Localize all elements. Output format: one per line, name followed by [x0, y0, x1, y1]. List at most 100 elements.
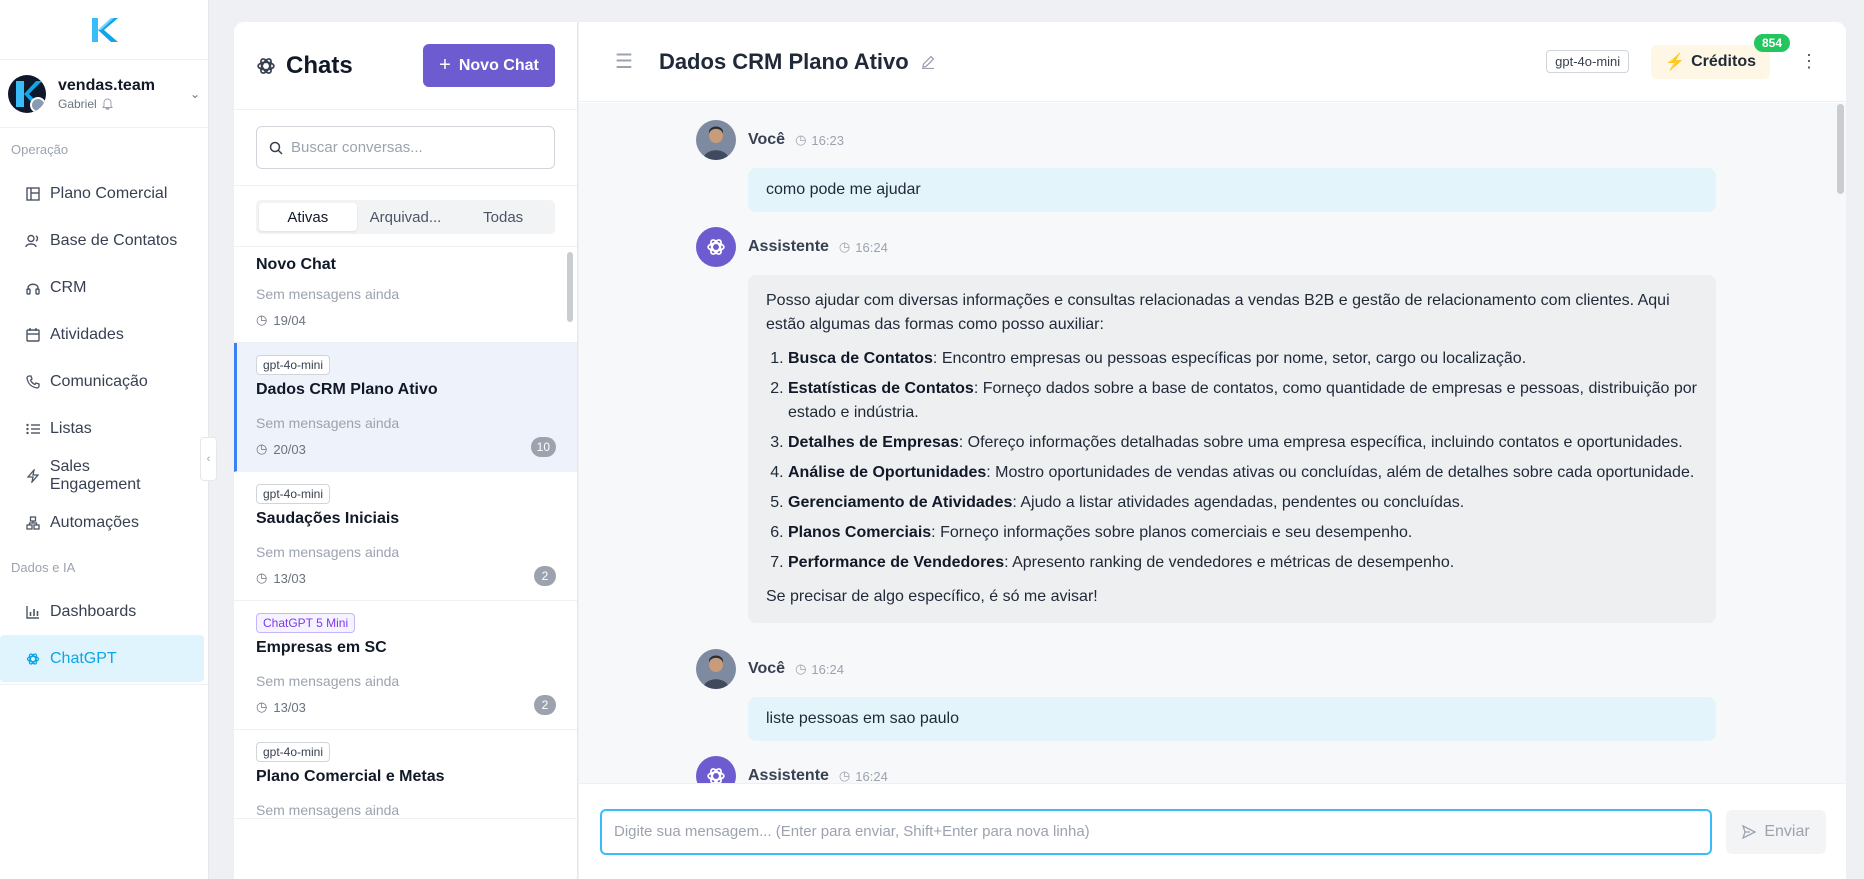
tab-arquivadas[interactable]: Arquivad...: [357, 203, 455, 231]
message-bubble: liste pessoas em sao paulo: [748, 697, 1716, 741]
account-switcher[interactable]: vendas.team Gabriel ⌄: [0, 60, 208, 128]
capability-list: Busca de Contatos: Encontro empresas ou …: [788, 347, 1698, 575]
credits-button[interactable]: ⚡ Créditos 854: [1651, 33, 1790, 79]
clock-icon: ◷: [256, 441, 268, 456]
sidebar-item-base-de-contatos[interactable]: Base de Contatos: [0, 217, 208, 264]
app-logo[interactable]: [0, 0, 208, 60]
pencil-icon[interactable]: [921, 55, 935, 69]
message-bubble: Posso ajudar com diversas informações e …: [748, 275, 1716, 623]
list-item: Detalhes de Empresas: Ofereço informaçõe…: [788, 431, 1698, 455]
conversation-item-active[interactable]: gpt-4o-mini Dados CRM Plano Ativo Sem me…: [234, 343, 577, 472]
message-time: 16:24: [855, 239, 888, 255]
sidebar-item-chatgpt[interactable]: ChatGPT: [0, 635, 204, 682]
sidebar-item-label: Plano Comercial: [50, 184, 168, 202]
message-composer: Enviar: [579, 783, 1846, 879]
clock-icon: ◷: [838, 239, 851, 254]
sidebar-item-label: Dashboards: [50, 602, 137, 620]
sidebar-item-plano-comercial[interactable]: Plano Comercial: [0, 170, 208, 217]
clock-icon: ◷: [795, 661, 807, 676]
account-user: Gabriel: [58, 96, 97, 111]
clock-icon: ◷: [838, 768, 851, 783]
conversation-title: Novo Chat: [256, 256, 336, 273]
conversation-preview: Sem mensagens ainda: [256, 415, 400, 431]
message-time: 16:23: [811, 132, 844, 148]
tab-todas[interactable]: Todas: [454, 203, 552, 231]
user-avatar: [696, 120, 736, 160]
calendar-icon: [24, 327, 42, 342]
model-badge: gpt-4o-mini: [256, 484, 331, 504]
send-icon: [1742, 824, 1757, 839]
sidebar-item-label: Listas: [50, 419, 92, 437]
headset-icon: [24, 281, 42, 295]
chevron-left-icon: ‹: [206, 453, 211, 465]
contacts-icon: [24, 234, 42, 248]
message-bubble: como pode me ajudar: [748, 168, 1716, 212]
list-scrollbar[interactable]: [567, 252, 573, 322]
sidebar-item-label: Sales Engagement: [49, 457, 141, 493]
conversation-item[interactable]: gpt-4o-mini Saudações Iniciais Sem mensa…: [234, 472, 577, 601]
message-assistant: Assistente ◷ 16:24: [696, 756, 1716, 783]
message-count-badge: 10: [530, 437, 556, 457]
conversation-date: 20/03: [273, 441, 306, 457]
model-badge[interactable]: gpt-4o-mini: [1546, 50, 1630, 73]
bolt-icon: [24, 468, 42, 483]
message-author: Assistente: [748, 238, 829, 255]
conversation-preview: Sem mensagens ainda: [256, 286, 400, 302]
list-item: Análise de Oportunidades: Mostro oportun…: [788, 461, 1698, 485]
message-intro: Posso ajudar com diversas informações e …: [766, 292, 1670, 333]
model-badge: gpt-4o-mini: [256, 355, 331, 375]
chat-scrollbar[interactable]: [1837, 104, 1844, 194]
sidebar-item-label: Automações: [50, 513, 139, 531]
message-thread: Você ◷ 16:23 como pode me ajudar Assisten…: [579, 103, 1846, 783]
openai-icon: [707, 239, 725, 255]
sidebar-item-label: Base de Contatos: [50, 231, 178, 249]
sidebar-item-crm[interactable]: CRM: [0, 264, 208, 311]
conversation-list: Novo Chat Sem mensagens ainda ◷ 19/04 gpt…: [234, 248, 577, 879]
sidebar-item-atividades[interactable]: Atividades: [0, 311, 208, 358]
sidebar-collapse-button[interactable]: ‹: [200, 437, 217, 481]
chevron-down-icon[interactable]: ⌄: [190, 87, 200, 101]
chat-filter-tabs: Ativas Arquivad... Todas: [256, 200, 555, 234]
chat-panel: ☰ Dados CRM Plano Ativo gpt-4o-mini ⚡ Cr…: [579, 22, 1846, 879]
new-chat-button[interactable]: + Novo Chat: [423, 44, 555, 87]
conversation-preview: Sem mensagens ainda: [256, 802, 400, 818]
assistant-avatar: [696, 227, 736, 267]
message-user: Você ◷ 16:23 como pode me ajudar: [696, 120, 1716, 212]
sidebar-item-listas[interactable]: Listas: [0, 405, 208, 452]
account-name: vendas.team: [58, 76, 155, 94]
send-label: Enviar: [1764, 822, 1810, 840]
more-options-icon[interactable]: ⋮: [1800, 51, 1818, 72]
assistant-avatar: [696, 756, 736, 783]
menu-icon[interactable]: ☰: [615, 49, 633, 74]
send-button[interactable]: Enviar: [1726, 809, 1826, 854]
sidebar-item-sales-engagement[interactable]: Sales Engagement: [0, 452, 208, 499]
user-mini-avatar: [30, 96, 46, 113]
list-item: Busca de Contatos: Encontro empresas ou …: [788, 347, 1698, 371]
bolt-icon: ⚡: [1665, 53, 1686, 71]
plus-icon: +: [439, 54, 451, 76]
sidebar-item-label: Comunicação: [50, 372, 148, 390]
tab-ativas[interactable]: Ativas: [259, 203, 357, 231]
message-outro: Se precisar de algo específico, é só me …: [766, 588, 1098, 605]
bell-icon[interactable]: [101, 97, 113, 110]
conversation-date: 13/03: [273, 699, 306, 715]
logo-icon: [92, 17, 118, 42]
sidebar-item-dashboards[interactable]: Dashboards: [0, 588, 208, 635]
conversation-item[interactable]: ChatGPT 5 Mini Empresas em SC Sem mensag…: [234, 601, 577, 730]
conversation-item[interactable]: gpt-4o-mini Plano Comercial e Metas Sem …: [234, 730, 577, 819]
conversation-item[interactable]: Novo Chat Sem mensagens ainda ◷ 19/04: [234, 248, 577, 343]
clock-icon: ◷: [795, 132, 807, 147]
sidebar-item-label: CRM: [50, 278, 87, 296]
search-input[interactable]: [291, 139, 542, 156]
sidebar-item-automacoes[interactable]: Automações: [0, 499, 208, 546]
credits-label: Créditos: [1691, 52, 1756, 70]
user-avatar: [696, 649, 736, 689]
message-user: Você ◷ 16:24 liste pessoas em sao paulo: [696, 649, 1716, 741]
sidebar-item-comunicacao[interactable]: Comunicação: [0, 358, 208, 405]
chart-icon: [24, 605, 42, 619]
search-icon: [269, 141, 283, 155]
board-icon: [24, 186, 42, 201]
message-input[interactable]: [600, 808, 1712, 855]
message-author: Você: [748, 131, 786, 148]
conversation-title: Empresas em SC: [256, 639, 387, 656]
